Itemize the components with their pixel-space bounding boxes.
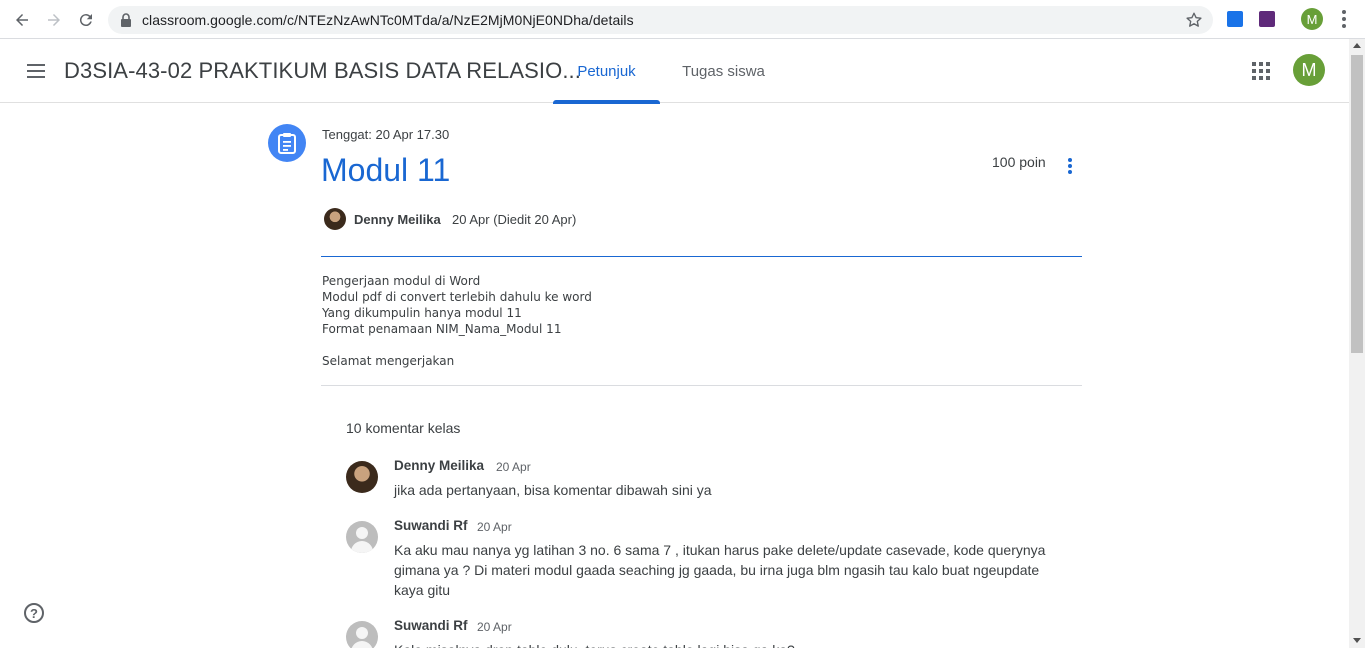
scroll-down-arrow-icon[interactable]: [1353, 638, 1361, 643]
class-comments-count[interactable]: 10 komentar kelas: [346, 420, 460, 436]
menu-icon[interactable]: [24, 59, 48, 83]
comment-text: jika ada pertanyaan, bisa komentar dibaw…: [394, 482, 712, 498]
comment-date: 20 Apr: [477, 520, 512, 534]
divider: [321, 256, 1082, 257]
browser-toolbar: classroom.google.com/c/NTEzNzAwNTc0MTda/…: [0, 0, 1365, 39]
tab-petunjuk[interactable]: Petunjuk: [553, 39, 660, 104]
description-line: Pengerjaan modul di Word: [322, 274, 481, 288]
class-title[interactable]: D3SIA-43-02 PRAKTIKUM BASIS DATA RELASIO…: [64, 58, 581, 84]
author-avatar: [324, 208, 346, 230]
scroll-up-arrow-icon[interactable]: [1353, 43, 1361, 48]
comment-text: Kalo misalnya drop table dulu, terus cre…: [394, 640, 1066, 648]
comment-author: Suwandi Rf: [394, 518, 468, 533]
description-line: [322, 337, 592, 353]
comment-avatar: [346, 521, 378, 553]
description-line: Selamat mengerjakan: [322, 354, 455, 368]
browser-profile-avatar[interactable]: M: [1301, 8, 1323, 30]
due-date: Tenggat: 20 Apr 17.30: [322, 127, 450, 142]
tab-tugas-siswa[interactable]: Tugas siswa: [672, 39, 775, 103]
assignment-title: Modul 11: [321, 152, 451, 188]
extension-icon[interactable]: [1259, 11, 1275, 27]
assignment-icon: [268, 124, 306, 162]
forward-arrow-icon[interactable]: [43, 9, 65, 31]
description-line: Format penamaan NIM_Nama_Modul 11: [322, 322, 562, 336]
divider: [321, 385, 1082, 386]
url-text: classroom.google.com/c/NTEzNzAwNTc0MTda/…: [142, 12, 634, 28]
author-name: Denny Meilika: [354, 212, 441, 227]
comment-text: Ka aku mau nanya yg latihan 3 no. 6 sama…: [394, 542, 1046, 598]
comment-date: 20 Apr: [496, 460, 531, 474]
scroll-thumb[interactable]: [1351, 55, 1363, 353]
post-date: 20 Apr (Diedit 20 Apr): [452, 212, 577, 227]
app-header: D3SIA-43-02 PRAKTIKUM BASIS DATA RELASIO…: [0, 39, 1349, 104]
lock-icon: [121, 13, 131, 27]
more-vert-icon[interactable]: [1063, 155, 1077, 177]
points-label: 100 poin: [992, 154, 1046, 170]
help-icon[interactable]: ?: [24, 603, 44, 623]
page-scrollbar[interactable]: [1349, 39, 1365, 648]
star-icon[interactable]: [1185, 11, 1203, 29]
assignment-description: Pengerjaan modul di Word Modul pdf di co…: [322, 273, 592, 369]
comment-item: Suwandi Rf 20 Apr Kalo misalnya drop tab…: [346, 618, 1076, 648]
account-avatar[interactable]: M: [1293, 54, 1325, 86]
comment-date: 20 Apr: [477, 620, 512, 634]
description-line: Modul pdf di convert terlebih dahulu ke …: [322, 290, 592, 304]
comment-avatar: [346, 461, 378, 493]
comment-author: Denny Meilika: [394, 458, 485, 473]
apps-icon[interactable]: [1252, 62, 1270, 80]
address-bar[interactable]: classroom.google.com/c/NTEzNzAwNTc0MTda/…: [108, 6, 1213, 34]
back-arrow-icon[interactable]: [11, 9, 33, 31]
comment-item: Suwandi Rf 20 Apr Ka aku mau nanya yg la…: [346, 518, 1076, 602]
description-line: Yang dikumpulin hanya modul 11: [322, 306, 522, 320]
comment-item: Denny Meilika 20 Apr jika ada pertanyaan…: [346, 458, 1076, 498]
comment-avatar: [346, 621, 378, 648]
reload-icon[interactable]: [75, 9, 97, 31]
extension-icon[interactable]: [1227, 11, 1243, 27]
browser-menu-icon[interactable]: [1337, 9, 1351, 29]
comment-author: Suwandi Rf: [394, 618, 468, 633]
